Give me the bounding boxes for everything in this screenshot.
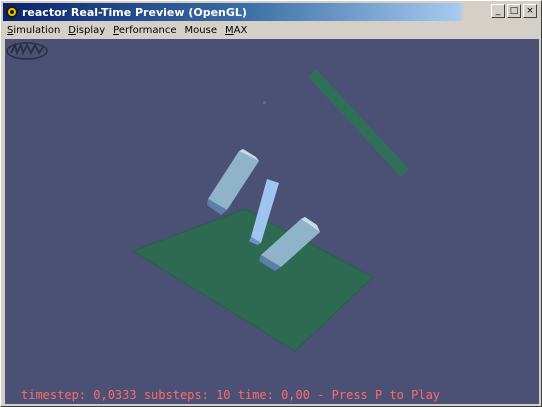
- menu-display-label: isplay: [75, 24, 106, 36]
- opengl-viewport[interactable]: timestep: 0,0333 substeps: 10 time: 0,00…: [5, 39, 539, 404]
- reactor-preview-window: reactor Real-Time Preview (OpenGL) _ □ ×…: [0, 0, 542, 407]
- maximize-button[interactable]: □: [507, 4, 521, 18]
- simulation-status-text: timestep: 0,0333 substeps: 10 time: 0,00…: [21, 388, 441, 402]
- havok-logo: [6, 42, 48, 60]
- rigid-box-1[interactable]: [207, 149, 259, 215]
- menu-max-mnemonic: M: [225, 24, 234, 36]
- menu-max-label: AX: [233, 24, 248, 36]
- menu-performance[interactable]: Performance: [109, 25, 180, 36]
- particle-speck: [263, 101, 266, 104]
- menu-simulation-label: imulation: [13, 24, 61, 36]
- menu-display[interactable]: Display: [64, 25, 109, 36]
- menu-bar: Simulation Display Performance Mouse MAX: [3, 21, 539, 39]
- minimize-button[interactable]: _: [491, 4, 505, 18]
- window-controls: _ □ ×: [489, 4, 537, 18]
- menu-display-mnemonic: D: [68, 24, 76, 36]
- close-button[interactable]: ×: [523, 4, 537, 18]
- menu-max[interactable]: MAX: [221, 25, 251, 36]
- floating-plank[interactable]: [308, 69, 409, 177]
- title-bar[interactable]: reactor Real-Time Preview (OpenGL) _ □ ×: [3, 3, 539, 21]
- menu-mouse[interactable]: Mouse: [181, 25, 221, 36]
- menu-mouse-label: Mouse: [184, 24, 217, 36]
- window-title: reactor Real-Time Preview (OpenGL): [22, 5, 247, 19]
- scene-canvas[interactable]: [5, 39, 539, 404]
- menu-performance-label: erformance: [118, 24, 177, 36]
- reactor-app-icon[interactable]: [6, 6, 18, 18]
- menu-simulation[interactable]: Simulation: [3, 25, 64, 36]
